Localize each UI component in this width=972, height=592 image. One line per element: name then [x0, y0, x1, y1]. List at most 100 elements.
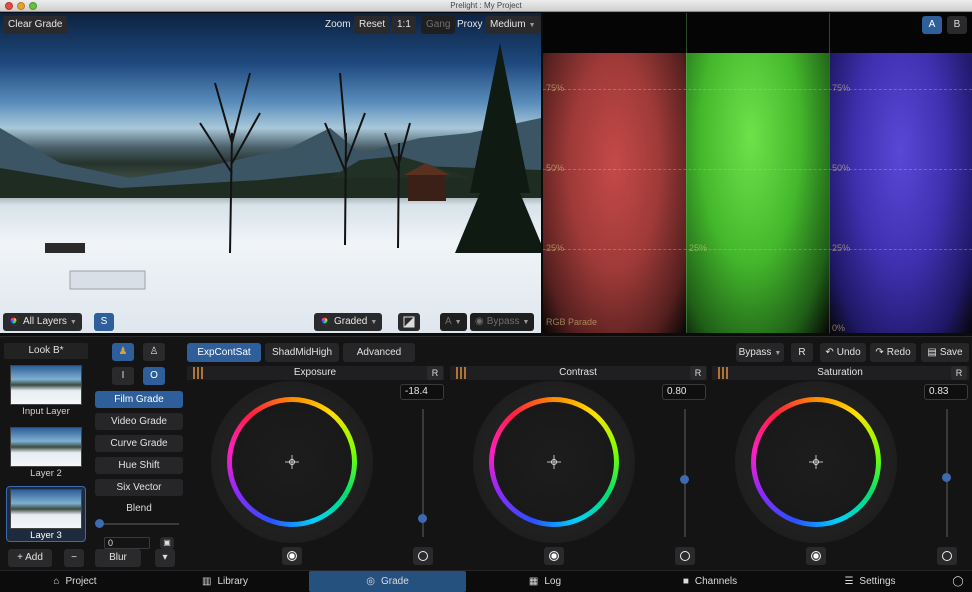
proxy-select[interactable]: Medium ▼ [485, 16, 541, 34]
eye-icon: ◉ [475, 316, 484, 327]
contrast-wheel-reset-button[interactable] [544, 547, 564, 565]
a-compare-select[interactable]: A ▼ [440, 313, 467, 331]
blend-slider-knob[interactable] [95, 519, 104, 528]
nav-grade[interactable]: ◎ Grade [309, 571, 466, 592]
saturation-label: Saturation [817, 367, 863, 378]
bypass-select[interactable]: Bypass ▼ [736, 343, 784, 362]
blend-lock-button[interactable]: ▣ [160, 537, 174, 549]
nav-log-label: Log [544, 576, 562, 587]
graded-select[interactable]: Graded ▼ [314, 313, 383, 331]
undo-button[interactable]: ↶ Undo [820, 343, 866, 362]
input-button[interactable]: I [112, 367, 134, 385]
exposure-slider-knob[interactable] [418, 513, 427, 523]
saturation-slider-knob[interactable] [942, 472, 951, 482]
trees-image [45, 43, 541, 290]
sliders-icon[interactable] [454, 367, 468, 379]
nav-project[interactable]: ⌂ Project [30, 571, 120, 592]
reset-all-button[interactable]: R [791, 343, 813, 362]
chevron-down-icon: ▼ [454, 319, 462, 326]
person-outline-button[interactable]: ♙ [143, 343, 165, 361]
scope-b-button[interactable]: B [947, 16, 967, 34]
split-view-button[interactable] [398, 313, 420, 331]
hue-shift-button[interactable]: Hue Shift [95, 457, 183, 474]
zoom-reset-button[interactable]: Reset [354, 16, 391, 34]
tab-advanced[interactable]: Advanced [343, 343, 415, 362]
power-button[interactable]: ◯ [948, 571, 968, 592]
layer-label: Layer 2 [30, 468, 62, 479]
saturation-crosshair-icon[interactable] [809, 455, 823, 469]
nav-settings-label: Settings [859, 576, 896, 587]
all-layers-select[interactable]: All Layers ▼ [3, 313, 82, 331]
more-options-button[interactable]: ▾ [155, 549, 175, 567]
clear-grade-button[interactable]: Clear Grade [3, 16, 68, 34]
contrast-reset-button[interactable]: R [690, 366, 706, 380]
layer-thumbnail-2[interactable] [10, 427, 82, 467]
saturation-reset-button[interactable]: R [951, 366, 967, 380]
nav-library[interactable]: ▥ Library [180, 571, 270, 592]
solo-button[interactable]: S [94, 313, 114, 331]
layer-label: Input Layer [22, 406, 70, 417]
contrast-crosshair-icon[interactable] [547, 455, 561, 469]
person-mask-button[interactable]: ♟ [112, 343, 134, 361]
save-button[interactable]: ▤ Save [921, 343, 969, 362]
notebook-icon: ▦ [528, 576, 539, 587]
scope-a-button[interactable]: A [922, 16, 942, 34]
blur-button[interactable]: Blur [95, 549, 141, 567]
camera-icon: ■ [682, 576, 689, 587]
curve-grade-button[interactable]: Curve Grade [95, 435, 183, 452]
saturation-slider-reset-button[interactable] [937, 547, 957, 565]
exposure-crosshair-icon[interactable] [285, 455, 299, 469]
contrast-slider-knob[interactable] [680, 475, 689, 485]
bottom-navigation: ⌂ Project ▥ Library ◎ Grade ▦ Log ■ Channels … [0, 570, 972, 592]
exposure-slider-reset-button[interactable] [413, 547, 433, 565]
window-title: Prelight : My Project [450, 1, 522, 10]
exposure-reset-button[interactable]: R [427, 366, 443, 380]
save-label: Save [939, 347, 963, 358]
chevron-down-icon: ▼ [522, 319, 530, 326]
look-title[interactable]: Look B* [4, 343, 88, 359]
contrast-slider-reset-button[interactable] [675, 547, 695, 565]
scope-type-label: RGB Parade [546, 317, 598, 327]
saturation-wheel-reset-button[interactable] [806, 547, 826, 565]
blend-value-field[interactable]: 0 [104, 537, 150, 549]
layer-thumbnail-input[interactable] [10, 365, 82, 405]
bypass-view-label: Bypass [486, 316, 520, 327]
video-grade-button[interactable]: Video Grade [95, 413, 183, 430]
scope-label-0: 0% [832, 323, 846, 333]
output-button[interactable]: O [143, 367, 165, 385]
sliders-icon[interactable] [191, 367, 205, 379]
film-grade-button[interactable]: Film Grade [95, 391, 183, 408]
tab-expcontsat[interactable]: ExpContSat [187, 343, 261, 362]
exposure-value-field[interactable]: -18.4 [400, 384, 444, 400]
all-layers-label: All Layers [23, 316, 67, 327]
save-icon: ▤ [927, 347, 937, 358]
contrast-slider[interactable] [684, 409, 686, 537]
color-wheel-icon: ◎ [366, 576, 375, 587]
gang-button[interactable]: Gang [421, 16, 456, 34]
red-waveform [543, 53, 686, 333]
exposure-wheel-reset-button[interactable] [282, 547, 302, 565]
layer-thumbnail-3[interactable] [10, 489, 82, 529]
tab-shadmidhigh[interactable]: ShadMidHigh [265, 343, 339, 362]
chevron-down-icon: ▼ [774, 350, 782, 357]
saturation-value-field[interactable]: 0.83 [924, 384, 968, 400]
zoom-1to1-button[interactable]: 1:1 [392, 16, 416, 34]
image-viewer[interactable]: Clear Grade Zoom Reset 1:1 Gang Proxy Me… [0, 13, 541, 333]
redo-button[interactable]: ↷ Redo [870, 343, 916, 362]
nav-log[interactable]: ▦ Log [500, 571, 590, 592]
add-layer-button[interactable]: + Add [8, 549, 52, 567]
nav-library-label: Library [217, 576, 249, 587]
rgb-parade-scope: 75% 50% 25% 25% 75% 50% 25% 0% RGB Parad… [543, 13, 972, 333]
sliders-icon[interactable] [716, 367, 730, 379]
bypass-view-select[interactable]: ◉ Bypass ▼ [470, 313, 535, 331]
a-compare-label: A [445, 316, 452, 327]
blend-slider[interactable] [99, 523, 179, 525]
remove-layer-button[interactable]: − [64, 549, 84, 567]
scope-label-25: 25% [832, 243, 851, 253]
nav-channels[interactable]: ■ Channels [660, 571, 760, 592]
contrast-value-field[interactable]: 0.80 [662, 384, 706, 400]
scope-label-50: 50% [832, 163, 851, 173]
nav-settings[interactable]: ☰ Settings [820, 571, 920, 592]
contrast-label: Contrast [559, 367, 597, 378]
six-vector-button[interactable]: Six Vector [95, 479, 183, 496]
